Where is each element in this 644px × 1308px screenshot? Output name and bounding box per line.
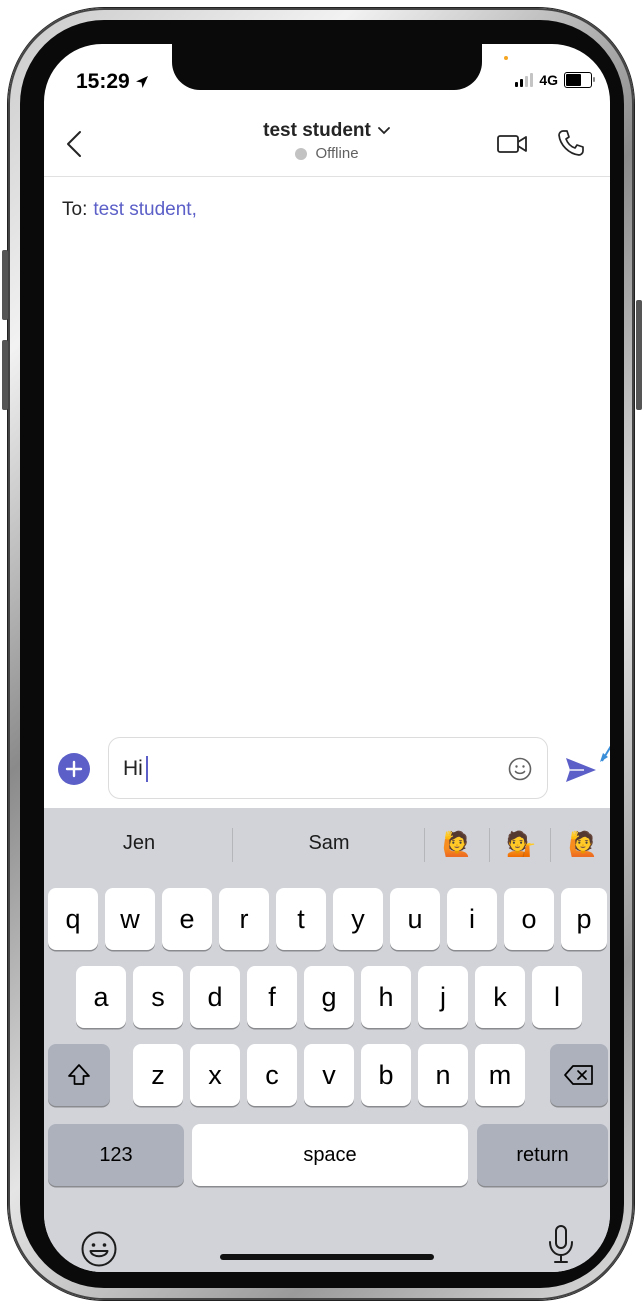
dictation-button[interactable] [546, 1224, 576, 1271]
delete-key[interactable] [550, 1044, 608, 1106]
key-f[interactable]: f [247, 966, 297, 1028]
power-button [636, 300, 642, 410]
suggestion-emoji[interactable]: 🙋 [568, 830, 598, 859]
microphone-icon [549, 1225, 573, 1263]
privacy-indicator [504, 56, 508, 60]
key-s[interactable]: s [133, 966, 183, 1028]
recipient-chip[interactable]: test student, [93, 199, 197, 220]
key-n[interactable]: n [418, 1044, 468, 1106]
ios-keyboard: Jen Sam 🙋 💁 🙋 q w e r t y u i o p a s d … [44, 808, 610, 1272]
to-label: To: [62, 199, 88, 220]
send-icon [566, 758, 596, 782]
battery-icon [564, 72, 595, 88]
send-button[interactable] [564, 755, 598, 790]
key-p[interactable]: p [561, 888, 607, 950]
key-o[interactable]: o [504, 888, 554, 950]
key-e[interactable]: e [162, 888, 212, 950]
key-d[interactable]: d [190, 966, 240, 1028]
chevron-down-icon [377, 127, 390, 135]
suggestion-divider [550, 828, 551, 862]
suggestion-divider [489, 828, 490, 862]
key-j[interactable]: j [418, 966, 468, 1028]
status-time-text: 15:29 [76, 70, 130, 93]
key-z[interactable]: z [133, 1044, 183, 1106]
volume-button [2, 250, 8, 320]
chevron-left-icon [67, 131, 81, 157]
backspace-icon [564, 1065, 593, 1085]
add-attachment-button[interactable] [58, 753, 90, 785]
network-label: 4G [539, 72, 558, 88]
audio-call-button[interactable] [556, 128, 586, 163]
video-call-button[interactable] [496, 132, 530, 161]
presence-status: Offline [315, 145, 359, 162]
suggestion-divider [424, 828, 425, 862]
suggestion-word[interactable]: Sam [274, 832, 384, 855]
key-i[interactable]: i [447, 888, 497, 950]
home-indicator[interactable] [220, 1254, 434, 1260]
predictive-bar: Jen Sam 🙋 💁 🙋 [44, 808, 610, 880]
key-t[interactable]: t [276, 888, 326, 950]
hint-arrow-icon [600, 745, 610, 762]
notch [172, 44, 482, 90]
video-camera-icon [497, 135, 527, 153]
suggestion-emoji[interactable]: 🙋 [442, 830, 472, 859]
shift-key[interactable] [48, 1044, 110, 1106]
key-u[interactable]: u [390, 888, 440, 950]
return-key[interactable]: return [477, 1124, 608, 1186]
key-l[interactable]: l [532, 966, 582, 1028]
suggestion-word[interactable]: Jen [84, 832, 194, 855]
message-input[interactable]: Hi [108, 737, 548, 799]
plus-icon [65, 760, 83, 778]
key-w[interactable]: w [105, 888, 155, 950]
chat-title: test student [263, 120, 371, 141]
smiley-icon [81, 1231, 117, 1267]
suggestion-emoji[interactable]: 💁 [506, 830, 536, 859]
key-r[interactable]: r [219, 888, 269, 950]
smiley-icon [508, 757, 532, 781]
key-k[interactable]: k [475, 966, 525, 1028]
presence-dot [295, 147, 308, 160]
key-m[interactable]: m [475, 1044, 525, 1106]
key-q[interactable]: q [48, 888, 98, 950]
key-c[interactable]: c [247, 1044, 297, 1106]
location-arrow-icon [135, 76, 148, 88]
space-key[interactable]: space [192, 1124, 468, 1186]
shift-icon [68, 1064, 90, 1085]
status-time: 15:29 [76, 70, 150, 94]
signal-icon [515, 73, 534, 87]
key-a[interactable]: a [76, 966, 126, 1028]
key-b[interactable]: b [361, 1044, 411, 1106]
chat-header: test student Offline [44, 114, 610, 177]
key-g[interactable]: g [304, 966, 354, 1028]
key-v[interactable]: v [304, 1044, 354, 1106]
emoji-button[interactable] [507, 756, 533, 787]
emoji-keyboard-button[interactable] [80, 1230, 118, 1272]
status-indicators: 4G [515, 72, 595, 88]
key-x[interactable]: x [190, 1044, 240, 1106]
volume-button [2, 340, 8, 410]
key-y[interactable]: y [333, 888, 383, 950]
phone-screen: 15:29 4G test student Offline To: test s… [44, 44, 610, 1272]
message-text: Hi [123, 757, 143, 780]
back-button[interactable] [58, 126, 94, 162]
chat-title-block[interactable]: test student Offline [194, 120, 460, 162]
to-line[interactable]: To: test student, [62, 199, 197, 221]
suggestion-divider [232, 828, 233, 862]
phone-icon [558, 130, 584, 156]
key-h[interactable]: h [361, 966, 411, 1028]
numbers-key[interactable]: 123 [48, 1124, 184, 1186]
text-caret [145, 756, 148, 782]
